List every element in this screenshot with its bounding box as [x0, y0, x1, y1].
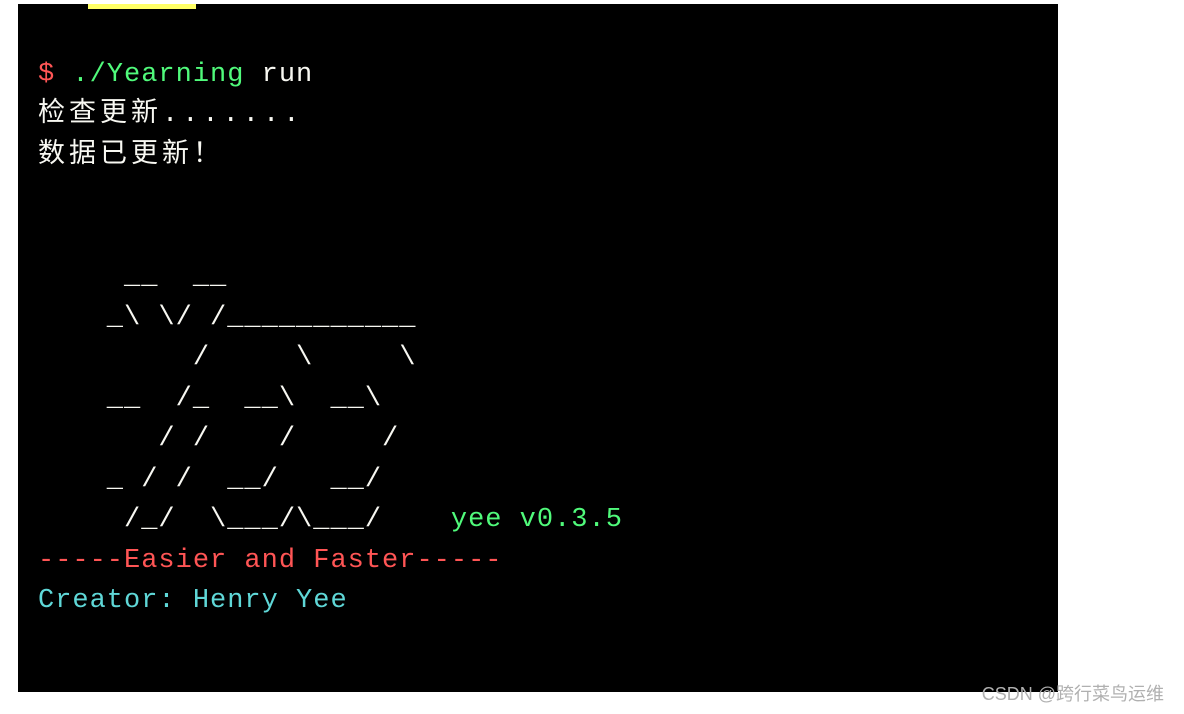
version-label: yee v0.3.5: [451, 505, 623, 535]
output-data-updated: 数据已更新！: [38, 141, 224, 171]
watermark-text: CSDN @跨行菜鸟运维: [982, 680, 1164, 706]
prompt-line: $ ./Yearning run: [38, 60, 313, 90]
ascii-art-line: _\ \/ /___________: [38, 303, 416, 333]
command-executable: ./Yearning: [72, 60, 244, 90]
ascii-art-line: __ /_ __\ __\: [38, 384, 382, 414]
tagline-text: -----Easier and Faster-----: [38, 546, 502, 576]
creator-text: Creator: Henry Yee: [38, 586, 348, 616]
prompt-symbol: $: [38, 60, 72, 90]
terminal-window[interactable]: $ ./Yearning run 检查更新....... 数据已更新！ __ _…: [18, 4, 1058, 692]
ascii-art-line: / \ \: [38, 343, 416, 373]
ascii-art-line: /_/ \___/\___/ yee v0.3.5: [38, 505, 623, 535]
command-argument: run: [244, 60, 313, 90]
ascii-art-line: __ __: [38, 262, 227, 292]
highlight-bar: [88, 4, 196, 9]
ascii-art-line: / / / /: [38, 424, 399, 454]
output-check-update: 检查更新.......: [38, 100, 303, 130]
ascii-art-line: _ / / __/ __/: [38, 465, 382, 495]
